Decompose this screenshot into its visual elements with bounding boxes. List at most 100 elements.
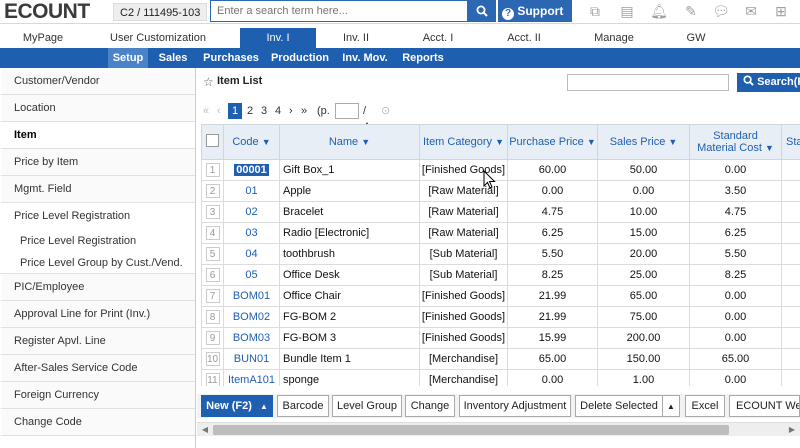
extra-cell[interactable] [781,285,800,307]
sidebar-item-register-apvl-line[interactable]: Register Apvl. Line [0,328,195,355]
scroll-left-icon[interactable]: ◀ [199,424,211,436]
standard-cost-cell[interactable]: 0.00 [689,327,782,349]
sales-price-cell[interactable]: 1.00 [597,369,690,386]
go-page-icon[interactable]: ⊙ [381,103,390,119]
standard-cost-cell[interactable]: 65.00 [689,348,782,370]
sidebar-item-change-code[interactable]: Change Code [0,409,195,436]
list-search-input[interactable] [567,74,729,91]
extra-cell[interactable] [781,264,800,286]
purchase-price-cell[interactable]: 60.00 [507,159,598,181]
name-cell[interactable]: toothbrush [279,243,420,265]
sales-price-cell[interactable]: 10.00 [597,201,690,223]
grid-icon[interactable]: ⊞ [772,2,790,20]
extra-cell[interactable] [781,327,800,349]
purchase-price-cell[interactable]: 21.99 [507,306,598,328]
standard-cost-cell[interactable]: 8.25 [689,264,782,286]
sales-price-cell[interactable]: 75.00 [597,306,690,328]
code-link[interactable]: 00001 [234,164,269,176]
sales-price-cell[interactable]: 15.00 [597,222,690,244]
purchase-price-cell[interactable]: 4.75 [507,201,598,223]
excel-button[interactable]: Excel [685,395,725,417]
last-page-icon[interactable]: » [301,103,307,119]
standard-cost-cell[interactable]: 0.00 [689,306,782,328]
code-link[interactable]: 02 [245,206,257,218]
code-cell[interactable]: 04 [223,243,280,265]
table-row[interactable]: 11 ItemA101 sponge [Merchandise] 0.00 1.00 0.0… [201,369,800,386]
name-cell[interactable]: Radio [Electronic] [279,222,420,244]
code-link[interactable]: BOM03 [233,332,270,344]
code-link[interactable]: 04 [245,248,257,260]
col-category-header[interactable]: Item Category ▼ [419,124,508,160]
move-icon[interactable]: ⧉ [586,2,604,20]
row-number-cell[interactable]: 11 [201,369,224,386]
tab-inv-2[interactable]: Inv. II [320,28,392,48]
global-search-button[interactable] [468,0,496,22]
subtab-reports[interactable]: Reports [398,48,448,68]
sidebar-item-customer-vendor[interactable]: Customer/Vendor [0,68,195,95]
tab-acct-2[interactable]: Acct. II [484,28,564,48]
code-cell[interactable]: BOM03 [223,327,280,349]
table-row[interactable]: 9 BOM03 FG-BOM 3 [Finished Goods] 15.99 200.0… [201,327,800,349]
memo-icon[interactable]: ▤ [618,2,636,20]
chat-icon[interactable]: 💬︎ [712,2,730,20]
code-cell[interactable]: 02 [223,201,280,223]
name-cell[interactable]: Gift Box_1 [279,159,420,181]
sales-price-cell[interactable]: 25.00 [597,264,690,286]
code-cell[interactable]: 01 [223,180,280,202]
name-cell[interactable]: FG-BOM 2 [279,306,420,328]
col-standard-header[interactable]: Standard Material Cost ▼ [689,124,782,160]
logo[interactable]: ECOUNT [4,0,90,24]
contacts-icon[interactable]: ✎ [682,2,700,20]
code-cell[interactable]: BUN01 [223,348,280,370]
row-number-cell[interactable]: 5 [201,243,224,265]
sales-price-cell[interactable]: 200.00 [597,327,690,349]
list-search-button[interactable]: Search(F [737,73,800,92]
code-cell[interactable]: 00001 [223,159,280,181]
name-cell[interactable]: Apple [279,180,420,202]
code-link[interactable]: BUN01 [234,353,269,365]
first-page-icon[interactable]: « [203,103,209,119]
select-all-header[interactable] [201,124,224,160]
next-page-icon[interactable]: › [289,103,293,119]
subtab-purchases[interactable]: Purchases [198,48,264,68]
row-number-cell[interactable]: 1 [201,159,224,181]
code-cell[interactable]: 03 [223,222,280,244]
delete-selected-button[interactable]: Delete Selected [575,395,663,417]
bell-icon[interactable]: 🔔︎ [650,2,668,20]
row-number-cell[interactable]: 9 [201,327,224,349]
sidebar-item-mgmt-field[interactable]: Mgmt. Field [0,176,195,203]
sales-price-cell[interactable]: 0.00 [597,180,690,202]
category-cell[interactable]: [Sub Material] [419,264,508,286]
star-icon[interactable]: ☆ [203,75,214,89]
standard-cost-cell[interactable]: 5.50 [689,243,782,265]
new-button[interactable]: New (F2) [201,395,257,417]
sidebar-subitem-price-level-registration[interactable]: Price Level Registration [0,230,195,252]
category-cell[interactable]: [Merchandise] [419,348,508,370]
table-row[interactable]: 7 BOM01 Office Chair [Finished Goods] 21.99 6… [201,285,800,307]
prev-page-icon[interactable]: ‹ [217,103,221,119]
col-purchase-header[interactable]: Purchase Price ▼ [507,124,598,160]
company-selector[interactable]: C2 / 111495-103 [113,3,208,21]
name-cell[interactable]: Bracelet [279,201,420,223]
extra-cell[interactable] [781,222,800,244]
table-row[interactable]: 4 03 Radio [Electronic] [Raw Material] 6.25 1… [201,222,800,244]
scrollbar-thumb[interactable] [213,425,729,435]
support-button[interactable]: ? Support ▼ [498,0,572,39]
tab-acct-1[interactable]: Acct. I [400,28,476,48]
extra-cell[interactable] [781,201,800,223]
extra-cell[interactable] [781,159,800,181]
sales-price-cell[interactable]: 65.00 [597,285,690,307]
tab-manage[interactable]: Manage [574,28,654,48]
purchase-price-cell[interactable]: 65.00 [507,348,598,370]
sales-price-cell[interactable]: 150.00 [597,348,690,370]
table-row[interactable]: 2 01 Apple [Raw Material] 0.00 0.00 3.50 [201,180,800,202]
tab-gw[interactable]: GW [660,28,732,48]
row-number-cell[interactable]: 2 [201,180,224,202]
row-number-cell[interactable]: 4 [201,222,224,244]
standard-cost-cell[interactable]: 0.00 [689,369,782,386]
standard-cost-cell[interactable]: 0.00 [689,159,782,181]
table-row[interactable]: 10 BUN01 Bundle Item 1 [Merchandise] 65.00 15… [201,348,800,370]
tab-user-customization[interactable]: User Customization [96,28,220,48]
name-cell[interactable]: sponge [279,369,420,386]
code-link[interactable]: 01 [245,185,257,197]
